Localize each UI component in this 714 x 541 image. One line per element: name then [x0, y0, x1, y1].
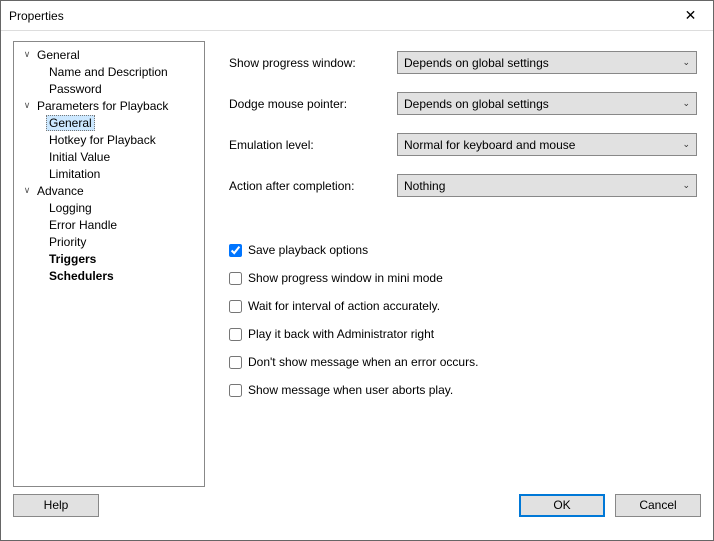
close-icon: ✕	[685, 7, 697, 24]
checkbox-row[interactable]: Play it back with Administrator right	[229, 327, 697, 341]
tree-item-label: Password	[46, 81, 105, 97]
chevron-down-icon: ⌄	[682, 57, 690, 68]
checkbox-row[interactable]: Save playback options	[229, 243, 697, 257]
dropdown-value: Normal for keyboard and mouse	[404, 138, 575, 152]
form-label: Dodge mouse pointer:	[229, 97, 397, 111]
close-button[interactable]: ✕	[668, 1, 713, 31]
checkbox[interactable]	[229, 244, 242, 257]
tree-item[interactable]: Password	[14, 80, 204, 97]
form-row: Emulation level:Normal for keyboard and …	[229, 133, 697, 156]
checkbox-row[interactable]: Don't show message when an error occurs.	[229, 355, 697, 369]
checkbox[interactable]	[229, 272, 242, 285]
ok-button[interactable]: OK	[519, 494, 605, 517]
tree-item-label: Parameters for Playback	[34, 98, 171, 114]
form-row: Show progress window:Depends on global s…	[229, 51, 697, 74]
dropdown-value: Depends on global settings	[404, 97, 549, 111]
checkbox[interactable]	[229, 384, 242, 397]
tree-item[interactable]: ∨Advance	[14, 182, 204, 199]
chevron-down-icon[interactable]: ∨	[22, 186, 32, 196]
tree-item[interactable]: Initial Value	[14, 148, 204, 165]
chevron-down-icon: ⌄	[682, 180, 690, 191]
checkbox[interactable]	[229, 328, 242, 341]
form-panel: Show progress window:Depends on global s…	[205, 41, 701, 487]
checkbox-row[interactable]: Show progress window in mini mode	[229, 271, 697, 285]
checkbox-label: Wait for interval of action accurately.	[248, 299, 440, 313]
chevron-down-icon: ⌄	[682, 98, 690, 109]
form-row: Dodge mouse pointer:Depends on global se…	[229, 92, 697, 115]
checkbox[interactable]	[229, 356, 242, 369]
tree-item[interactable]: Name and Description	[14, 63, 204, 80]
dropdown-value: Nothing	[404, 179, 445, 193]
tree-item-label: Schedulers	[46, 268, 117, 284]
titlebar: Properties ✕	[1, 1, 713, 31]
checkbox-label: Show progress window in mini mode	[248, 271, 443, 285]
tree-item[interactable]: Hotkey for Playback	[14, 131, 204, 148]
window-title: Properties	[9, 9, 64, 23]
form-label: Show progress window:	[229, 56, 397, 70]
dropdown[interactable]: Depends on global settings ⌄	[397, 92, 697, 115]
tree-item-label: Initial Value	[46, 149, 113, 165]
dropdown-value: Depends on global settings	[404, 56, 549, 70]
dialog-body: ∨GeneralName and DescriptionPassword∨Par…	[1, 31, 713, 491]
tree-item[interactable]: ∨Parameters for Playback	[14, 97, 204, 114]
dropdown[interactable]: Nothing ⌄	[397, 174, 697, 197]
tree-item-label: Priority	[46, 234, 89, 250]
chevron-down-icon[interactable]: ∨	[22, 50, 32, 60]
tree-item-label: Hotkey for Playback	[46, 132, 159, 148]
tree-item-label: Logging	[46, 200, 95, 216]
tree-item-label: Advance	[34, 183, 87, 199]
tree-item[interactable]: ∨General	[14, 46, 204, 63]
tree-item-label: Name and Description	[46, 64, 171, 80]
tree-item-label: Limitation	[46, 166, 103, 182]
tree-item[interactable]: Error Handle	[14, 216, 204, 233]
checkbox-label: Don't show message when an error occurs.	[248, 355, 478, 369]
tree-item[interactable]: Logging	[14, 199, 204, 216]
cancel-button[interactable]: Cancel	[615, 494, 701, 517]
tree-item[interactable]: Schedulers	[14, 267, 204, 284]
tree-item[interactable]: General	[14, 114, 204, 131]
checkbox[interactable]	[229, 300, 242, 313]
checkbox-label: Save playback options	[248, 243, 368, 257]
tree-item[interactable]: Triggers	[14, 250, 204, 267]
tree-panel: ∨GeneralName and DescriptionPassword∨Par…	[13, 41, 205, 487]
tree-item-label: Error Handle	[46, 217, 120, 233]
checkbox-row[interactable]: Wait for interval of action accurately.	[229, 299, 697, 313]
form-label: Action after completion:	[229, 179, 397, 193]
tree-item[interactable]: Priority	[14, 233, 204, 250]
chevron-down-icon[interactable]: ∨	[22, 101, 32, 111]
checkbox-row[interactable]: Show message when user aborts play.	[229, 383, 697, 397]
tree-item-label: Triggers	[46, 251, 99, 267]
checkbox-label: Show message when user aborts play.	[248, 383, 453, 397]
help-button[interactable]: Help	[13, 494, 99, 517]
form-label: Emulation level:	[229, 138, 397, 152]
chevron-down-icon: ⌄	[682, 139, 690, 150]
tree-item[interactable]: Limitation	[14, 165, 204, 182]
form-row: Action after completion: Nothing ⌄	[229, 174, 697, 197]
tree-item-label: General	[34, 47, 83, 63]
tree-item-label: General	[46, 115, 95, 131]
dropdown[interactable]: Normal for keyboard and mouse ⌄	[397, 133, 697, 156]
footer: Help OK Cancel	[1, 491, 713, 527]
checkbox-label: Play it back with Administrator right	[248, 327, 434, 341]
dropdown[interactable]: Depends on global settings ⌄	[397, 51, 697, 74]
